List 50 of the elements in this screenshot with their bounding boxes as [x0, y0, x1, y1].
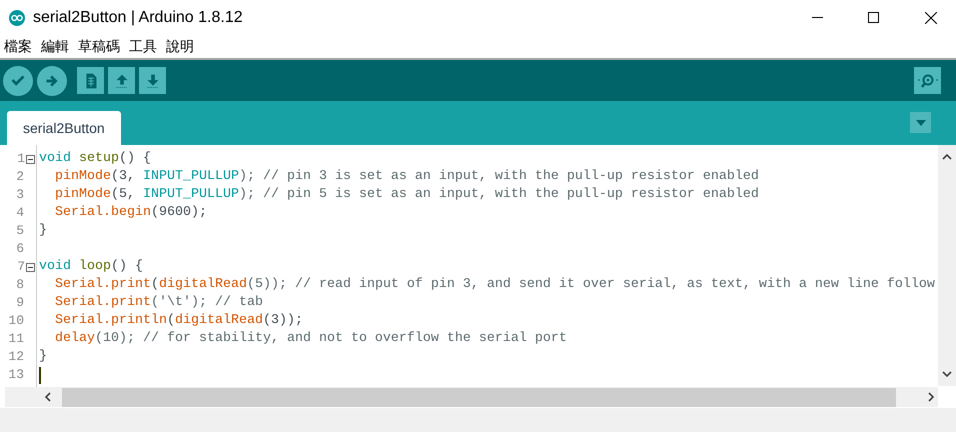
line-number: 8	[16, 276, 24, 294]
code-line: void loop() {	[39, 258, 143, 276]
menu-item[interactable]: 編輯	[41, 36, 69, 57]
line-number: 12	[8, 348, 24, 366]
save-button[interactable]	[139, 67, 166, 94]
line-number: 3	[16, 186, 24, 204]
code-line: void setup() {	[39, 150, 151, 168]
scroll-down-icon[interactable]	[942, 371, 952, 378]
line-number: 9	[16, 294, 24, 312]
scroll-up-icon[interactable]	[942, 153, 952, 160]
fold-icon[interactable]	[26, 262, 35, 272]
line-number: 10	[8, 312, 24, 330]
menu-item[interactable]: 說明	[166, 36, 194, 57]
line-number: 6	[16, 240, 24, 258]
verify-button[interactable]	[3, 66, 33, 96]
scroll-left-icon[interactable]	[44, 392, 52, 402]
code-line: }	[39, 222, 47, 240]
line-number: 2	[16, 168, 24, 186]
menu-item[interactable]: 檔案	[4, 36, 32, 57]
tab-menu-button[interactable]	[910, 112, 931, 133]
code-line: Serial.println(digitalRead(3));	[54, 312, 303, 330]
horizontal-scrollbar-thumb[interactable]	[62, 388, 896, 406]
file-tab[interactable]: serial2Button	[7, 111, 121, 145]
code-line: pinMode(3, INPUT_PULLUP); // pin 3 is set as an input, with the pull-up resistor enabled	[54, 168, 759, 186]
line-number: 13	[8, 366, 24, 384]
window-title: serial2Button | Arduino 1.8.12	[33, 8, 243, 28]
menu-item[interactable]: 工具	[129, 36, 157, 57]
line-number: 7	[17, 258, 25, 276]
caret-icon	[916, 120, 926, 126]
line-number: 4	[16, 204, 24, 222]
code-line: delay(10); // for stability, and not to overflow the serial port	[54, 330, 567, 348]
code-line: pinMode(5, INPUT_PULLUP); // pin 5 is set as an input, with the pull-up resistor enabled	[54, 186, 759, 204]
new-button[interactable]	[77, 67, 104, 94]
fold-icon[interactable]	[26, 154, 35, 164]
line-number: 5	[16, 222, 24, 240]
menu-item[interactable]: 草稿碼	[78, 36, 120, 57]
line-number: 1	[17, 150, 25, 168]
close-icon[interactable]	[925, 12, 937, 24]
code-line: Serial.begin(9600);	[54, 204, 207, 222]
line-number: 11	[8, 330, 24, 348]
code-line: }	[39, 348, 47, 366]
serial-monitor-button[interactable]	[914, 67, 941, 94]
code-line: Serial.print('\t'); // tab	[54, 294, 263, 312]
app-logo-icon	[9, 10, 25, 26]
scroll-right-icon[interactable]	[927, 392, 935, 402]
maximize-icon[interactable]	[868, 12, 879, 23]
upload-button[interactable]	[37, 66, 67, 96]
open-button[interactable]	[108, 67, 135, 94]
code-line: Serial.print(digitalRead(5)); // read input of pin 3, and send it over serial, as text, with a new line follow	[54, 276, 935, 294]
magnifier-icon	[916, 72, 938, 90]
